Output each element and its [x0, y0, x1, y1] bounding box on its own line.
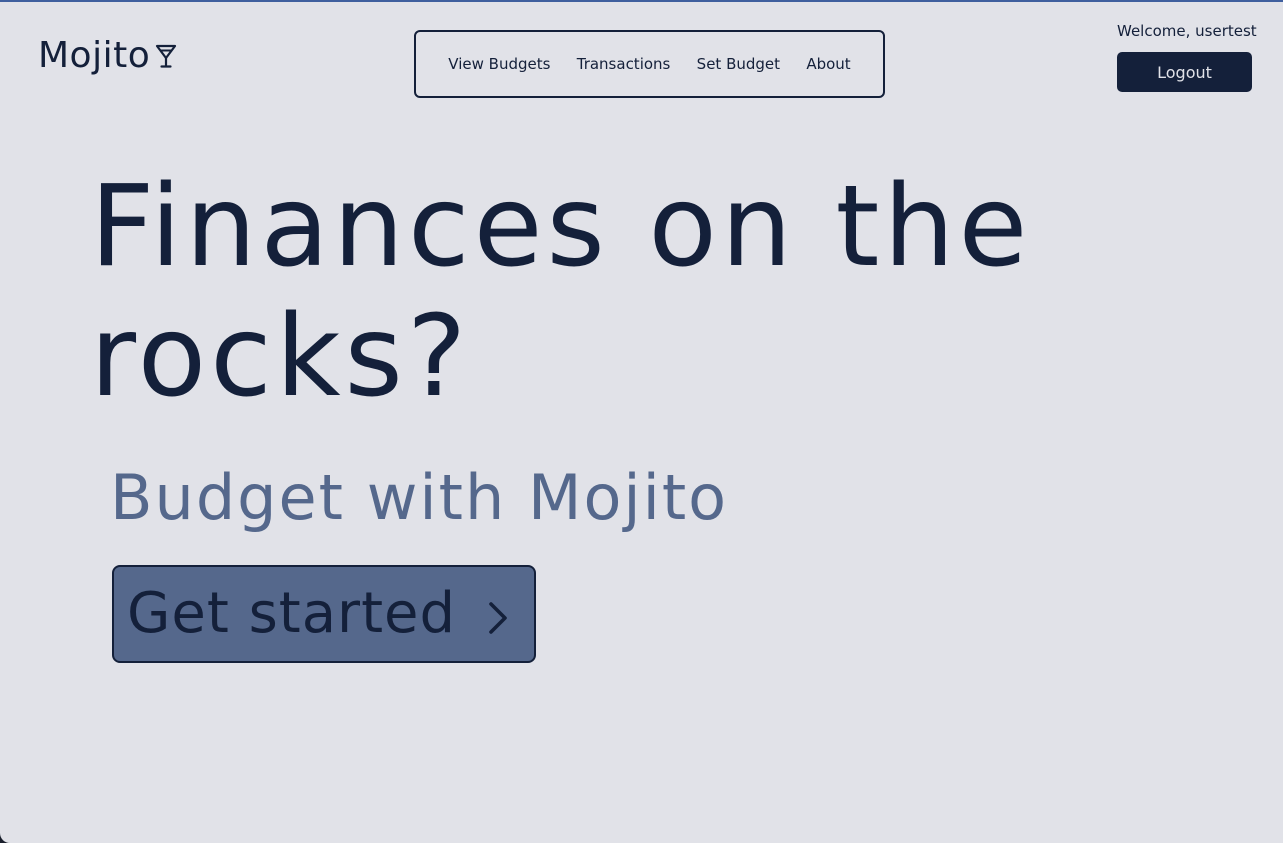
chevron-right-icon: [486, 601, 510, 639]
logo[interactable]: Mojito: [38, 38, 177, 74]
nav-transactions[interactable]: Transactions: [577, 55, 671, 73]
nav-about[interactable]: About: [806, 55, 850, 73]
get-started-button[interactable]: Get started: [112, 565, 536, 663]
cocktail-glass-icon: [155, 43, 177, 73]
page: Mojito View Budgets Transactions Set Bud…: [0, 0, 1283, 843]
main-nav: View Budgets Transactions Set Budget Abo…: [414, 30, 885, 98]
get-started-label: Get started: [127, 581, 457, 646]
logout-button[interactable]: Logout: [1117, 52, 1252, 92]
welcome-text: Welcome, usertest: [1117, 22, 1257, 40]
nav-view-budgets[interactable]: View Budgets: [448, 55, 550, 73]
logo-text: Mojito: [38, 35, 151, 76]
nav-set-budget[interactable]: Set Budget: [697, 55, 780, 73]
hero-subtitle: Budget with Mojito: [110, 461, 729, 534]
hero-title: Finances on the rocks?: [90, 162, 1032, 422]
